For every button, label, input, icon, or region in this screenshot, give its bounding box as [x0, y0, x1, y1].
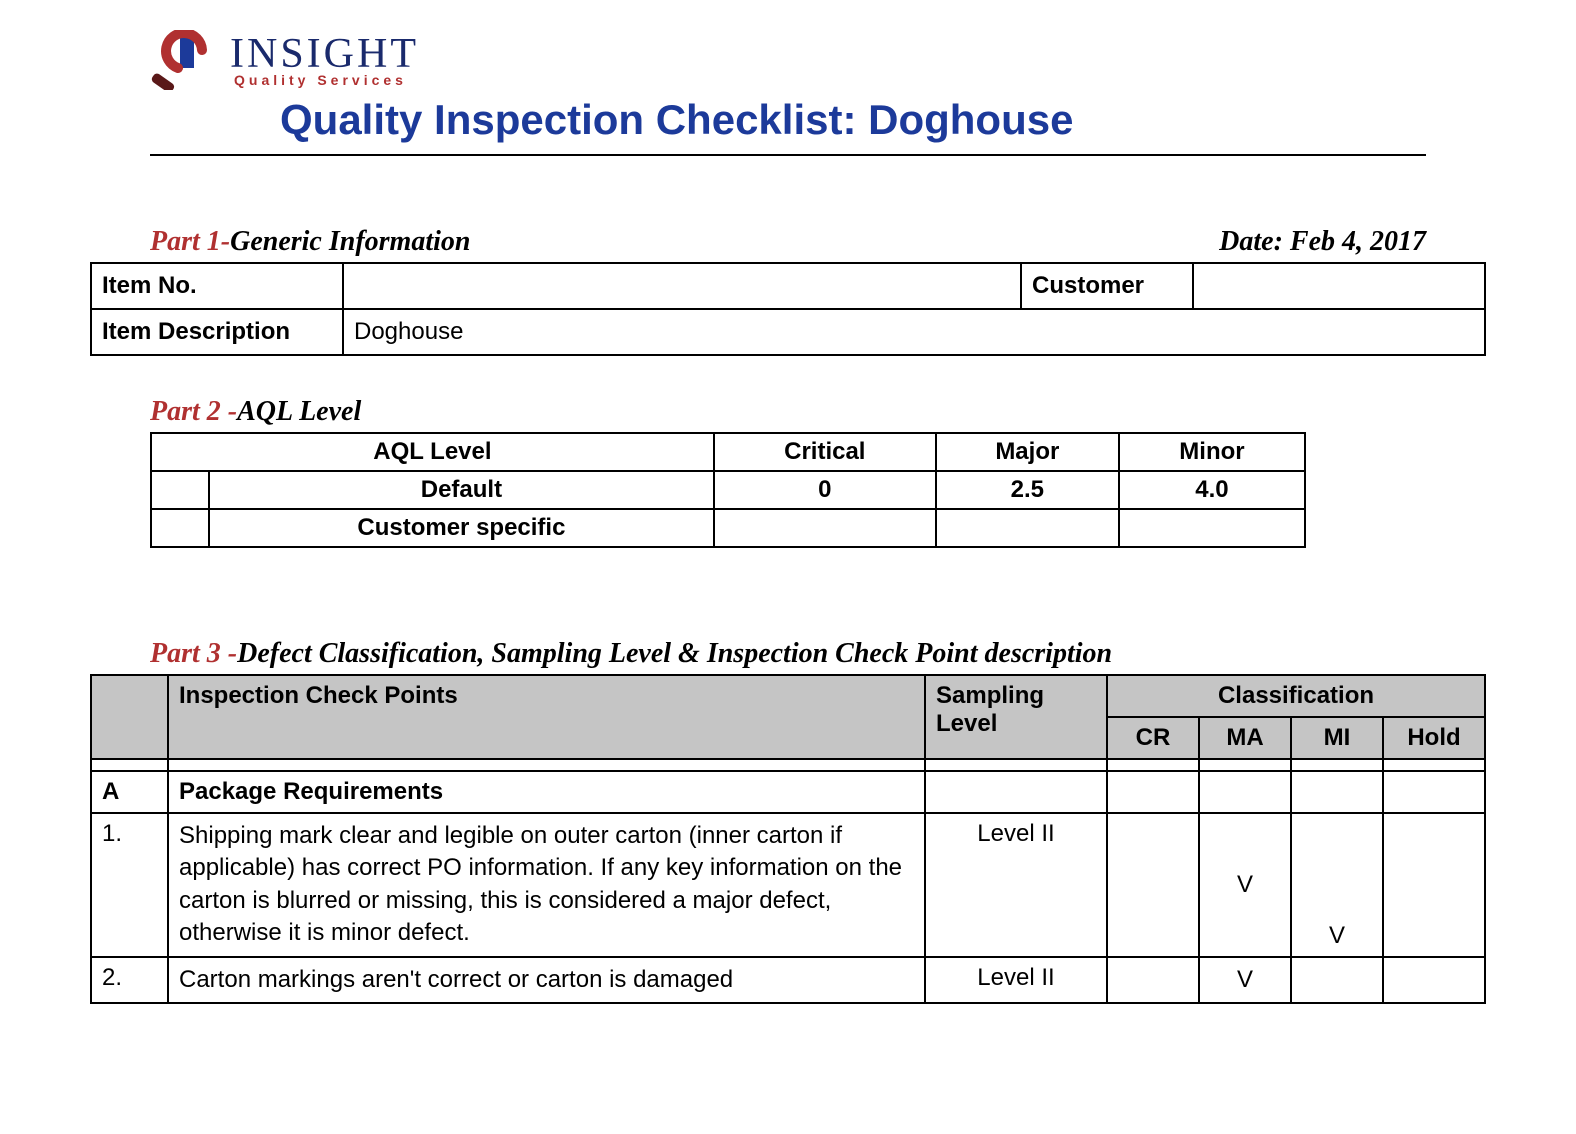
- item-desc-value[interactable]: Doghouse: [343, 309, 1485, 355]
- part3-header: Part 3 -Defect Classification, Sampling …: [90, 638, 1486, 674]
- col-ma: MA: [1199, 717, 1291, 759]
- section-a-letter: A: [91, 771, 168, 813]
- aql-default-critical: 0: [714, 471, 936, 509]
- row2-hold[interactable]: [1383, 957, 1485, 1003]
- part1-num: Part 1-: [150, 226, 230, 257]
- aql-default-major: 2.5: [936, 471, 1119, 509]
- col-hold: Hold: [1383, 717, 1485, 759]
- logo-icon: [150, 30, 220, 90]
- date-label: Date: Feb 4, 2017: [1219, 226, 1426, 258]
- logo-brand-text: INSIGHT: [230, 33, 419, 75]
- item-no-label: Item No.: [91, 263, 343, 309]
- item-no-value[interactable]: [343, 263, 1021, 309]
- aql-header-critical: Critical: [714, 433, 936, 471]
- part1-title: Generic Information: [230, 226, 470, 257]
- aql-header-major: Major: [936, 433, 1119, 471]
- aql-table: AQL Level Critical Major Minor Default 0…: [150, 432, 1306, 548]
- col-mi: MI: [1291, 717, 1383, 759]
- part2-header: Part 2 -AQL Level: [90, 396, 1486, 432]
- customer-value[interactable]: [1193, 263, 1485, 309]
- row1-cr[interactable]: [1107, 813, 1199, 957]
- checkpoint-row-1: 1. Shipping mark clear and legible on ou…: [91, 813, 1485, 957]
- row1-sampling: Level II: [925, 813, 1107, 957]
- row1-ma[interactable]: V: [1199, 813, 1291, 957]
- aql-row-default: Default 0 2.5 4.0: [151, 471, 1305, 509]
- section-a-row: A Package Requirements: [91, 771, 1485, 813]
- row2-num: 2.: [91, 957, 168, 1003]
- aql-row-customer: Customer specific: [151, 509, 1305, 547]
- row1-num: 1.: [91, 813, 168, 957]
- logo-subtitle-text: Quality Services: [234, 73, 419, 87]
- row2-sampling: Level II: [925, 957, 1107, 1003]
- row2-ma[interactable]: V: [1199, 957, 1291, 1003]
- aql-customer-critical[interactable]: [714, 509, 936, 547]
- aql-customer-minor[interactable]: [1119, 509, 1305, 547]
- part2-title: AQL Level: [237, 396, 361, 427]
- part1-header: Part 1-Generic Information Date: Feb 4, …: [90, 226, 1486, 262]
- section-a-title: Package Requirements: [168, 771, 925, 813]
- customer-label: Customer: [1021, 263, 1193, 309]
- company-logo: INSIGHT Quality Services: [150, 30, 1426, 90]
- aql-customer-major[interactable]: [936, 509, 1119, 547]
- aql-header-minor: Minor: [1119, 433, 1305, 471]
- col-cr: CR: [1107, 717, 1199, 759]
- part2-num: Part 2 -: [150, 396, 237, 427]
- part3-num: Part 3 -: [150, 638, 237, 669]
- page-title: Quality Inspection Checklist: Doghouse: [150, 96, 1426, 156]
- row1-mi[interactable]: V: [1291, 813, 1383, 957]
- item-desc-label: Item Description: [91, 309, 343, 355]
- col-sampling: Sampling Level: [925, 675, 1107, 759]
- defect-table: Inspection Check Points Sampling Level C…: [90, 674, 1486, 1004]
- col-checkpoints: Inspection Check Points: [168, 675, 925, 759]
- aql-default-minor: 4.0: [1119, 471, 1305, 509]
- aql-default-label: Default: [209, 471, 714, 509]
- aql-customer-label: Customer specific: [209, 509, 714, 547]
- row2-cr[interactable]: [1107, 957, 1199, 1003]
- row2-desc: Carton markings aren't correct or carton…: [168, 957, 925, 1003]
- aql-header-level: AQL Level: [151, 433, 714, 471]
- row1-hold[interactable]: [1383, 813, 1485, 957]
- checkpoint-row-2: 2. Carton markings aren't correct or car…: [91, 957, 1485, 1003]
- row2-mi[interactable]: [1291, 957, 1383, 1003]
- generic-info-table: Item No. Customer Item Description Dogho…: [90, 262, 1486, 356]
- row1-desc: Shipping mark clear and legible on outer…: [168, 813, 925, 957]
- col-classification: Classification: [1107, 675, 1485, 717]
- part3-title: Defect Classification, Sampling Level & …: [237, 638, 1112, 669]
